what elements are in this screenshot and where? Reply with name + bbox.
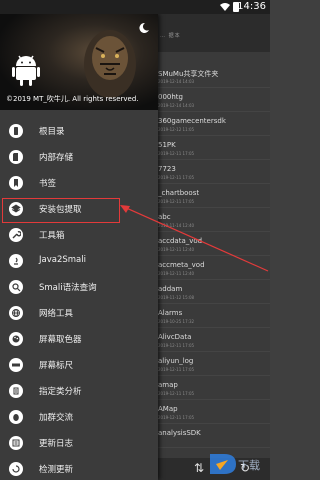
wrench-icon [9,228,23,242]
file-date: 2019-12-11 12:40 [158,247,195,252]
drawer-item[interactable]: 检测更新 [0,456,158,480]
drawer-item-label: 书签 [39,179,57,189]
file-row[interactable]: _chartboost 2019-12-11 17:05 [158,186,270,208]
file-name: addam [158,285,183,293]
drawer-header: ©2019 MT_吹牛儿. All rights reserved. [0,14,158,110]
file-row[interactable]: aliyun_log 2019-12-11 17:05 [158,354,270,376]
file-row[interactable]: analysisSDK [158,426,270,448]
penguin-icon [9,410,23,424]
file-name: SMuMu共享文件夹 [158,70,219,78]
file-name: 51PK [158,141,176,149]
file-row[interactable]: 51PK 2019-12-11 17:05 [158,138,270,160]
file-name: 7723 [158,165,176,173]
highlight-box [2,198,120,223]
file-date: 2019-12-14 14:03 [158,79,195,84]
drawer-item[interactable]: 加群交流 [0,404,158,430]
drawer-item[interactable]: 更新日志 [0,430,158,456]
file-row[interactable]: accmeta_vod 2019-12-11 12:40 [158,258,270,280]
drawer-item-label: Smali语法查询 [39,283,97,293]
drawer-item-label: 网络工具 [39,309,74,319]
file-date: 2019-12-12 11:05 [158,127,195,132]
file-row[interactable]: AMap 2019-12-11 17:05 [158,402,270,424]
file-date: 2019-12-11 17:05 [158,391,195,396]
drawer-item[interactable]: 根目录 [0,118,158,144]
sort-icon[interactable]: ⇅ [194,461,204,475]
drawer-item[interactable]: 工具箱 [0,222,158,248]
java-icon [9,254,23,268]
file-row[interactable]: amap 2019-12-11 17:05 [158,378,270,400]
status-bar: 14:36 [0,0,270,14]
drawer-item-label: 内部存储 [39,153,74,163]
drawer-item-label: 工具箱 [39,231,65,241]
bookmark-icon [9,176,23,190]
copyright-text: ©2019 MT_吹牛儿. All rights reserved. [6,95,139,103]
file-name: accdata_vod [158,237,203,245]
wifi-icon [220,3,230,11]
drawer-item[interactable]: Smali语法查询 [0,274,158,300]
palette-icon [9,332,23,346]
file-date: 2019-12-11 17:05 [158,415,195,420]
drawer-item-label: 更新日志 [39,439,74,449]
drawer-item-label: Java2Smali [39,255,86,265]
file-name: AMap [158,405,178,413]
watermark-logo: 下载 [210,454,260,474]
theme-toggle-icon[interactable] [138,22,150,34]
drawer-item[interactable]: 指定类分析 [0,378,158,404]
drawer-item-label: 指定类分析 [39,387,82,397]
drawer-item[interactable]: 网络工具 [0,300,158,326]
file-row[interactable]: AlivcData 2019-12-11 17:05 [158,330,270,352]
file-name: abc [158,213,171,221]
file-name: 360gamecentersdk [158,117,226,125]
drawer-item[interactable]: 内部存储 [0,144,158,170]
file-date: 2019-11-14 12:40 [158,223,195,228]
ruler-icon [9,358,23,372]
drawer-item-label: 检测更新 [39,465,74,475]
file-date: 2019-11-12 15:08 [158,295,195,300]
file-date: 2019-10-25 17:32 [158,319,195,324]
drawer-item[interactable]: 书签 [0,170,158,196]
watermark-text: 下载 [238,459,260,472]
file-date: 2019-12-11 17:05 [158,367,195,372]
file-date: 2019-12-11 17:05 [158,199,195,204]
log-icon [9,436,23,450]
file-name: amap [158,381,178,389]
file-row[interactable]: 000htg 2019-12-14 14:03 [158,90,270,112]
file-date: 2019-12-11 12:40 [158,271,195,276]
drawer-item-label: 屏幕取色器 [39,335,82,345]
file-date: 2019-12-11 17:05 [158,151,195,156]
file-name: 000htg [158,93,183,101]
path-tabs: … 据本 [160,33,181,39]
drawer-item-label: 加群交流 [39,413,74,423]
navigation-drawer: ©2019 MT_吹牛儿. All rights reserved. 根目录内部… [0,14,158,480]
globe-icon [9,306,23,320]
drawer-item[interactable]: Java2Smali [0,248,158,274]
file-name: AlivcData [158,333,192,341]
drawer-item[interactable]: 屏幕标尺 [0,352,158,378]
drawer-item[interactable]: 屏幕取色器 [0,326,158,352]
file-name: analysisSDK [158,429,201,437]
file-row[interactable]: accdata_vod 2019-12-11 12:40 [158,234,270,256]
drawer-item-label: 根目录 [39,127,65,137]
drawer-item-label: 屏幕标尺 [39,361,74,371]
file-row[interactable]: 360gamecentersdk 2019-12-12 11:05 [158,114,270,136]
file-name: aliyun_log [158,357,194,365]
file-date: 2019-12-11 17:05 [158,343,195,348]
search-icon [9,280,23,294]
file-date: 2019-12-14 14:03 [158,103,195,108]
file-name: _chartboost [158,189,200,197]
phone-icon [9,124,23,138]
file-row[interactable]: 7723 2019-12-11 17:05 [158,162,270,184]
file-name: accmeta_vod [158,261,205,269]
android-logo [12,55,40,86]
file-row[interactable]: Alarms 2019-10-25 17:32 [158,306,270,328]
file-date: 2019-12-11 17:05 [158,175,195,180]
file-name: Alarms [158,309,183,317]
class-icon [9,384,23,398]
file-row[interactable]: SMuMu共享文件夹 2019-12-14 14:03 [158,66,270,88]
sd-card-icon [9,150,23,164]
update-icon [9,462,23,476]
file-row[interactable]: addam 2019-11-12 15:08 [158,282,270,304]
file-row[interactable]: abc 2019-11-14 12:40 [158,210,270,232]
status-time: 14:36 [237,1,266,12]
